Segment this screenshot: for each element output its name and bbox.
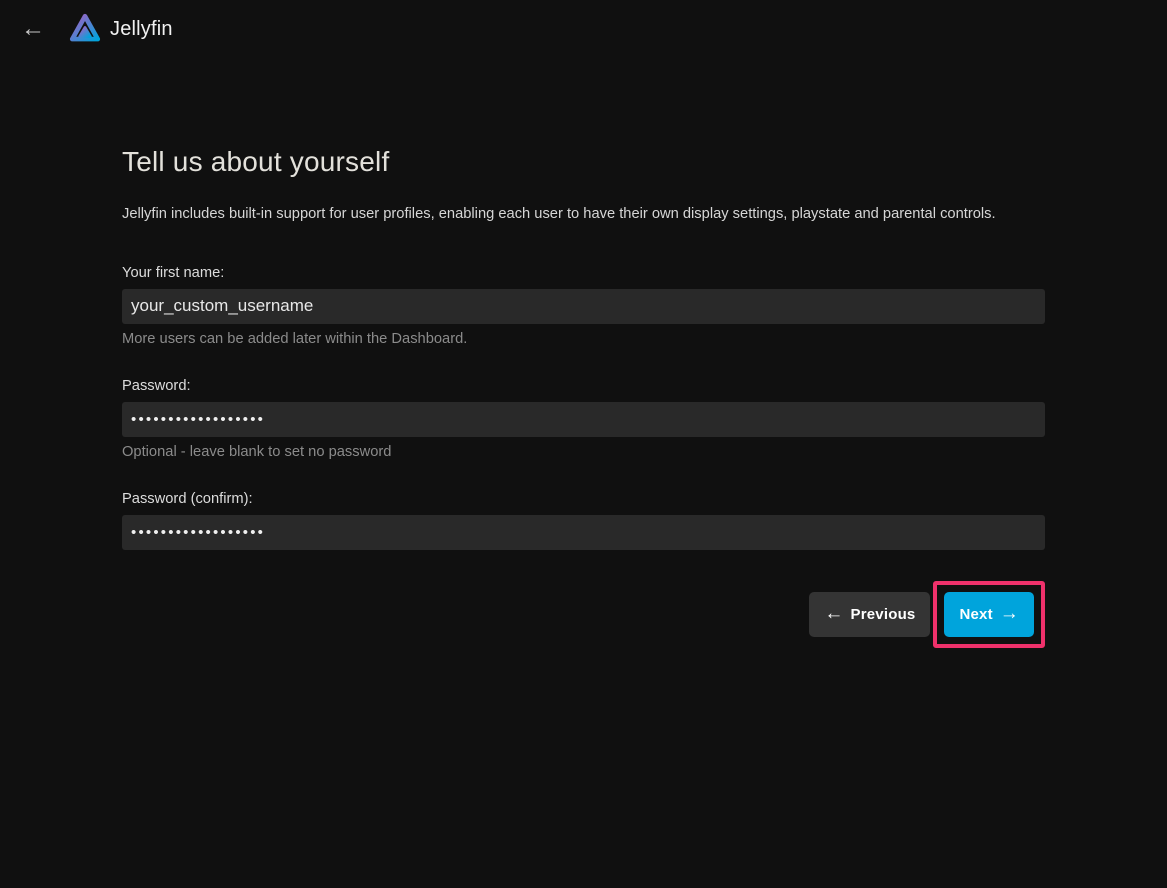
password-confirm-input[interactable] (122, 515, 1045, 550)
app-logo: Jellyfin (68, 12, 173, 46)
jellyfin-setup-wizard: ← Jellyfin Tell us about yourself Jellyf… (0, 0, 1167, 888)
jellyfin-logo-icon (68, 12, 102, 46)
previous-button[interactable]: ← Previous (809, 592, 930, 637)
next-button-label: Next (959, 606, 992, 623)
back-button[interactable]: ← (14, 10, 52, 48)
previous-button-label: Previous (851, 606, 916, 623)
wizard-content: Tell us about yourself Jellyfin includes… (122, 58, 1045, 648)
wizard-nav-buttons: ← Previous Next → (122, 581, 1045, 648)
arrow-left-icon: ← (824, 604, 843, 623)
username-helper-text: More users can be added later within the… (122, 331, 1045, 347)
password-confirm-label: Password (confirm): (122, 491, 1045, 507)
username-label: Your first name: (122, 265, 1045, 281)
password-field-group: Password: Optional - leave blank to set … (122, 378, 1045, 460)
password-confirm-field-group: Password (confirm): (122, 491, 1045, 550)
arrow-right-icon: → (1000, 604, 1019, 623)
password-label: Password: (122, 378, 1045, 394)
app-name-text: Jellyfin (110, 18, 173, 41)
header-bar: ← Jellyfin (0, 0, 1167, 58)
username-field-group: Your first name: More users can be added… (122, 265, 1045, 347)
back-arrow-icon: ← (21, 17, 45, 41)
page-description: Jellyfin includes built-in support for u… (122, 205, 1045, 225)
next-button[interactable]: Next → (944, 592, 1034, 637)
password-helper-text: Optional - leave blank to set no passwor… (122, 444, 1045, 460)
username-input[interactable] (122, 289, 1045, 324)
page-title: Tell us about yourself (122, 146, 1045, 178)
password-input[interactable] (122, 402, 1045, 437)
next-button-highlight-annotation: Next → (933, 581, 1045, 648)
